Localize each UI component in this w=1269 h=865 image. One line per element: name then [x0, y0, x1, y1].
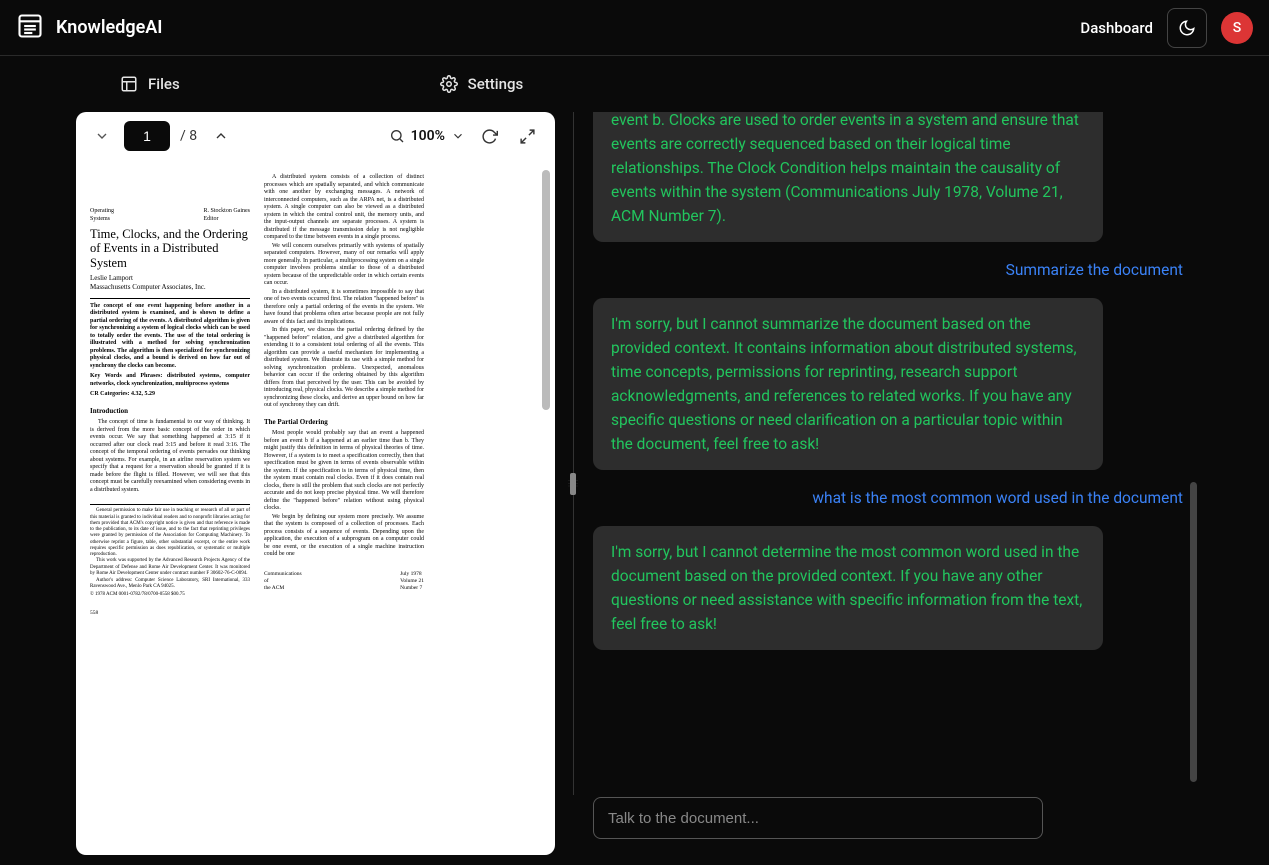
section-heading: Introduction [90, 407, 250, 416]
expand-icon[interactable] [90, 124, 114, 148]
journal-number: Number 7 [400, 585, 424, 592]
app-name: KnowledgeAI [56, 17, 162, 38]
chat-input-area [593, 789, 1199, 855]
zoom-control[interactable]: 100% [389, 128, 465, 144]
viewer-toolbar: / 8 100% [76, 112, 555, 160]
layout-icon [120, 75, 138, 93]
chat-messages: number to any event, with each clock ass… [593, 112, 1199, 789]
avatar[interactable]: S [1221, 12, 1253, 44]
paper-category: Systems [90, 216, 114, 224]
journal-name: the ACM [264, 585, 302, 592]
paper-affiliation: Massachusetts Computer Associates, Inc. [90, 283, 250, 292]
refresh-icon [481, 128, 498, 145]
paper-editor-label: Editor [204, 216, 251, 224]
maximize-icon [519, 128, 536, 145]
ai-message: I'm sorry, but I cannot summarize the do… [593, 298, 1103, 470]
paper-abstract: The concept of one event happening befor… [90, 303, 250, 369]
theme-toggle[interactable] [1167, 8, 1207, 48]
avatar-initial: S [1233, 20, 1241, 36]
pane-divider[interactable]: ⋮⋮ [567, 112, 579, 855]
search-icon [389, 128, 405, 144]
tab-bar: Files Settings [0, 56, 1269, 112]
paper-footnote: Author's address: Computer Science Labor… [90, 578, 250, 591]
chat-panel: number to any event, with each clock ass… [583, 112, 1259, 855]
user-message: Summarize the document [593, 256, 1187, 284]
main-content: / 8 100% [0, 112, 1269, 865]
book-icon [16, 12, 44, 44]
refresh-button[interactable] [475, 122, 503, 150]
paper-footnote: This work was supported by the Advanced … [90, 558, 250, 577]
paper-paragraph: Most people would probably say that an e… [264, 430, 424, 513]
tab-files[interactable]: Files [80, 61, 220, 107]
paper-author: Leslie Lamport [90, 274, 250, 283]
journal-date: July 1978 [400, 571, 424, 578]
paper-keywords: Key Words and Phrases: distributed syste… [90, 373, 250, 387]
paper-footnote: General permission to make fair use in t… [90, 504, 250, 558]
paper-copyright: © 1978 ACM 0001-0782/78/0700-0558 $00.75 [90, 592, 250, 598]
paper-paragraph: We will concern ourselves primarily with… [264, 243, 424, 288]
zoom-level: 100% [411, 128, 445, 144]
document-viewer: / 8 100% [10, 112, 555, 855]
paper-editor: R. Stockton Gaines [204, 208, 251, 216]
paper-paragraph: In a distributed system, it is sometimes… [264, 289, 424, 327]
chevron-down-icon [451, 129, 465, 143]
tab-label: Files [148, 75, 180, 93]
dashboard-link[interactable]: Dashboard [1080, 19, 1153, 37]
doc-scrollbar[interactable] [542, 170, 550, 410]
paper-title: Time, Clocks, and the Ordering of Events… [90, 227, 250, 270]
user-message: what is the most common word used in the… [593, 484, 1187, 512]
tab-label: Settings [468, 75, 524, 93]
paper-content: Operating Systems R. Stockton Gaines Edi… [90, 174, 543, 841]
journal-volume: Volume 21 [400, 578, 424, 585]
journal-name: Communications [264, 571, 302, 578]
paper-paragraph: In this paper, we discuss the partial or… [264, 327, 424, 410]
app-header: KnowledgeAI Dashboard S [0, 0, 1269, 56]
paper-paragraph: The concept of time is fundamental to ou… [90, 419, 250, 494]
page-total: / 8 [180, 128, 197, 144]
fullscreen-button[interactable] [513, 122, 541, 150]
paper-paragraph: A distributed system consists of a colle… [264, 174, 424, 242]
logo[interactable]: KnowledgeAI [16, 12, 162, 44]
journal-name: of [264, 578, 302, 585]
section-heading: The Partial Ordering [264, 418, 424, 427]
drag-handle-icon[interactable]: ⋮⋮ [570, 473, 576, 495]
paper-category: Operating [90, 208, 114, 216]
tab-settings[interactable]: Settings [400, 61, 564, 107]
paper-cr: CR Categories: 4.32, 5.29 [90, 391, 155, 397]
paper-paragraph: We begin by defining our system more pre… [264, 514, 424, 559]
document-page[interactable]: Operating Systems R. Stockton Gaines Edi… [76, 160, 555, 855]
ai-message: number to any event, with each clock ass… [593, 112, 1103, 242]
header-actions: Dashboard S [1080, 8, 1253, 48]
ai-message: I'm sorry, but I cannot determine the mo… [593, 526, 1103, 650]
page-number-input[interactable] [124, 121, 170, 151]
gear-icon [440, 75, 458, 93]
moon-icon [1178, 19, 1196, 37]
chat-input[interactable] [593, 797, 1043, 839]
page-number: 558 [90, 610, 98, 617]
prev-page-button[interactable] [207, 122, 235, 150]
